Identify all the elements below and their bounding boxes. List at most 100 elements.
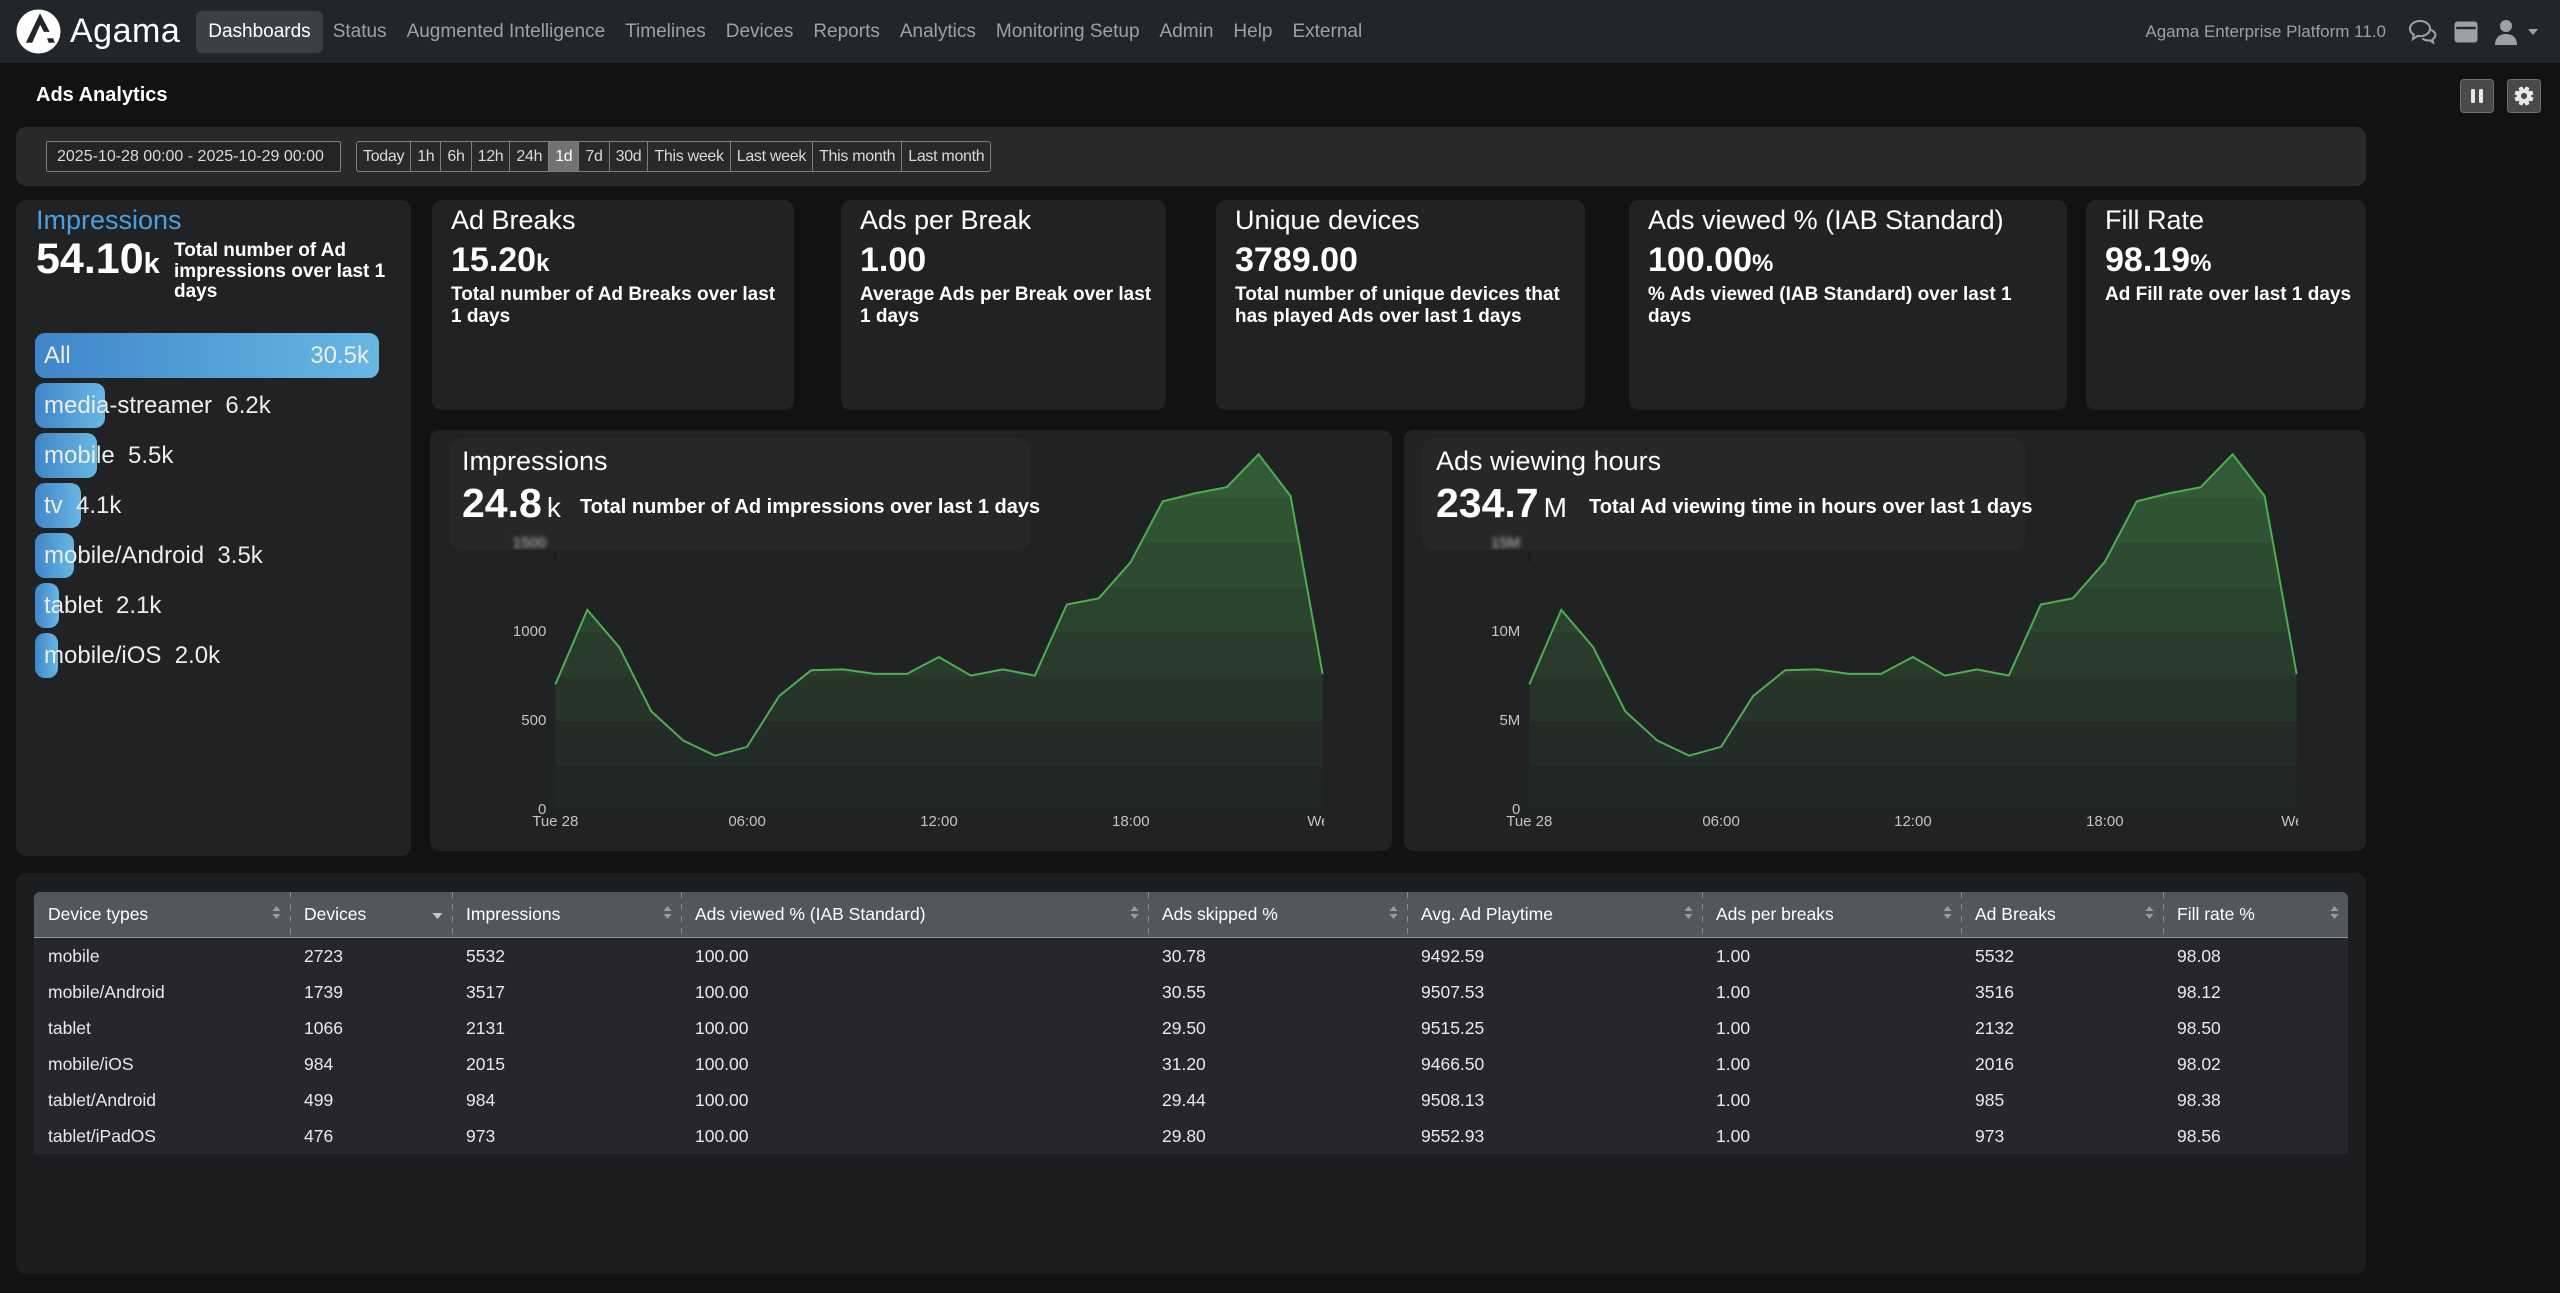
- cell-value: 9492.59: [1407, 938, 1702, 974]
- column-label: Ads skipped %: [1162, 904, 1278, 925]
- kpi-value: 98.19%: [2105, 241, 2211, 280]
- preset-24h[interactable]: 24h: [510, 141, 549, 172]
- nav-item-external[interactable]: External: [1282, 11, 1372, 53]
- preset-6h[interactable]: 6h: [441, 141, 471, 172]
- sort-icon: [1942, 904, 1953, 925]
- bar-tv[interactable]: tv 4.1k: [35, 483, 379, 528]
- chart-title: Ads wiewing hours: [1436, 446, 1661, 477]
- date-range-input[interactable]: [46, 141, 341, 172]
- preset-last-month[interactable]: Last month: [902, 141, 991, 172]
- cell-device-type: mobile/iOS: [34, 1046, 290, 1082]
- chart-impressions: Tue 2806:0012:0018:00Wed050010001500Impr…: [430, 430, 1392, 851]
- cell-value: 9515.25: [1407, 1010, 1702, 1046]
- nav-item-help[interactable]: Help: [1223, 11, 1282, 53]
- cell-value: 1.00: [1702, 1010, 1961, 1046]
- window-icon[interactable]: [2454, 21, 2478, 43]
- cell-value: 1.00: [1702, 974, 1961, 1010]
- cell-device-type: mobile/Android: [34, 974, 290, 1010]
- preset-this-week[interactable]: This week: [648, 141, 730, 172]
- chart-description: Total Ad viewing time in hours over last…: [1589, 496, 2032, 519]
- page-title: Ads Analytics: [36, 84, 168, 107]
- cell-value: 98.08: [2163, 938, 2348, 974]
- nav-item-augmented-intelligence[interactable]: Augmented Intelligence: [397, 11, 616, 53]
- bar-mobile[interactable]: mobile 5.5k: [35, 433, 379, 478]
- bar-media-streamer[interactable]: media-streamer 6.2k: [35, 383, 379, 428]
- sort-icon: [271, 904, 282, 925]
- preset-7d[interactable]: 7d: [579, 141, 609, 172]
- preset-1h[interactable]: 1h: [411, 141, 441, 172]
- cell-value: 30.78: [1148, 938, 1407, 974]
- impressions-panel-value: 54.10k: [36, 235, 160, 284]
- preset-last-week[interactable]: Last week: [731, 141, 813, 172]
- kpi-ad-breaks: Ad Breaks15.20kTotal number of Ad Breaks…: [432, 200, 794, 410]
- column-header-devices[interactable]: Devices: [290, 892, 452, 937]
- pause-button[interactable]: [2460, 79, 2494, 113]
- pause-icon: [2470, 88, 2484, 104]
- impressions-breakdown-panel: Impressions54.10kTotal number of Ad impr…: [16, 200, 411, 856]
- preset-today[interactable]: Today: [356, 141, 411, 172]
- chat-icon[interactable]: [2408, 19, 2438, 45]
- device-types-table-panel: Device types DevicesImpressions Ads viewed…: [16, 873, 2366, 1274]
- kpi-title: Unique devices: [1235, 205, 1420, 236]
- nav-item-timelines[interactable]: Timelines: [615, 11, 716, 53]
- column-header-fill-rate-[interactable]: Fill rate %: [2163, 892, 2348, 937]
- svg-text:5M: 5M: [1499, 712, 1520, 729]
- kpi-unique-devices: Unique devices3789.00Total number of uni…: [1216, 200, 1585, 410]
- kpi-fill-rate: Fill Rate98.19%Ad Fill rate over last 1 …: [2086, 200, 2366, 410]
- column-header-device-types[interactable]: Device types: [34, 892, 290, 937]
- nav-item-admin[interactable]: Admin: [1150, 11, 1224, 53]
- agama-logo[interactable]: Agama: [16, 9, 180, 54]
- bar-mobile-android[interactable]: mobile/Android 3.5k: [35, 533, 379, 578]
- sort-icon: [431, 904, 444, 925]
- top-nav: Agama DashboardsStatusAugmented Intellig…: [0, 0, 2560, 63]
- column-header-ads-viewed-iab-standard-[interactable]: Ads viewed % (IAB Standard): [681, 892, 1148, 937]
- cell-value: 29.50: [1148, 1010, 1407, 1046]
- column-header-avg-ad-playtime[interactable]: Avg. Ad Playtime: [1407, 892, 1702, 937]
- nav-item-dashboards[interactable]: Dashboards: [196, 11, 322, 53]
- column-header-ad-breaks[interactable]: Ad Breaks: [1961, 892, 2163, 937]
- nav-item-devices[interactable]: Devices: [716, 11, 804, 53]
- column-header-impressions[interactable]: Impressions: [452, 892, 681, 937]
- svg-text:0: 0: [1512, 801, 1520, 818]
- chart-ads-wiewing-hours: Tue 2806:0012:0018:00Wed05M10M15MAds wie…: [1404, 430, 2366, 851]
- cell-device-type: tablet: [34, 1010, 290, 1046]
- column-label: Ads viewed % (IAB Standard): [695, 904, 926, 925]
- svg-text:10M: 10M: [1491, 623, 1520, 640]
- preset-30d[interactable]: 30d: [610, 141, 649, 172]
- cell-value: 3516: [1961, 974, 2163, 1010]
- cell-value: 5532: [1961, 938, 2163, 974]
- preset-12h[interactable]: 12h: [472, 141, 511, 172]
- time-preset-buttons: Today1h6h12h24h1d7d30dThis weekLast week…: [356, 141, 991, 172]
- nav-item-monitoring-setup[interactable]: Monitoring Setup: [986, 11, 1150, 53]
- nav-item-analytics[interactable]: Analytics: [890, 11, 986, 53]
- column-header-ads-skipped-[interactable]: Ads skipped %: [1148, 892, 1407, 937]
- kpi-title: Ad Breaks: [451, 205, 576, 236]
- column-header-ads-per-breaks[interactable]: Ads per breaks: [1702, 892, 1961, 937]
- nav-item-reports[interactable]: Reports: [803, 11, 890, 53]
- nav-item-status[interactable]: Status: [323, 11, 397, 53]
- preset-1d[interactable]: 1d: [549, 141, 579, 172]
- user-menu[interactable]: [2494, 19, 2540, 45]
- impressions-panel-description: Total number of Ad impressions over last…: [174, 241, 399, 303]
- bar-all[interactable]: All30.5k: [35, 333, 379, 378]
- cell-value: 1.00: [1702, 1082, 1961, 1118]
- svg-text:06:00: 06:00: [1702, 813, 1740, 830]
- cell-value: 98.12: [2163, 974, 2348, 1010]
- sort-icon: [662, 904, 673, 925]
- nav-menu: DashboardsStatusAugmented IntelligenceTi…: [196, 11, 1372, 53]
- settings-button[interactable]: [2507, 79, 2541, 113]
- cell-value: 2015: [452, 1046, 681, 1082]
- sort-icon: [1388, 904, 1399, 925]
- cell-value: 98.02: [2163, 1046, 2348, 1082]
- column-label: Device types: [48, 904, 148, 925]
- cell-value: 5532: [452, 938, 681, 974]
- cell-value: 9552.93: [1407, 1118, 1702, 1154]
- cell-value: 2132: [1961, 1010, 2163, 1046]
- kpi-description: Average Ads per Break over last 1 days: [860, 284, 1152, 327]
- preset-this-month[interactable]: This month: [813, 141, 902, 172]
- cell-value: 100.00: [681, 1118, 1148, 1154]
- sort-icon: [1129, 904, 1140, 925]
- bar-mobile-ios[interactable]: mobile/iOS 2.0k: [35, 633, 379, 678]
- bar-tablet[interactable]: tablet 2.1k: [35, 583, 379, 628]
- cell-value: 2723: [290, 938, 452, 974]
